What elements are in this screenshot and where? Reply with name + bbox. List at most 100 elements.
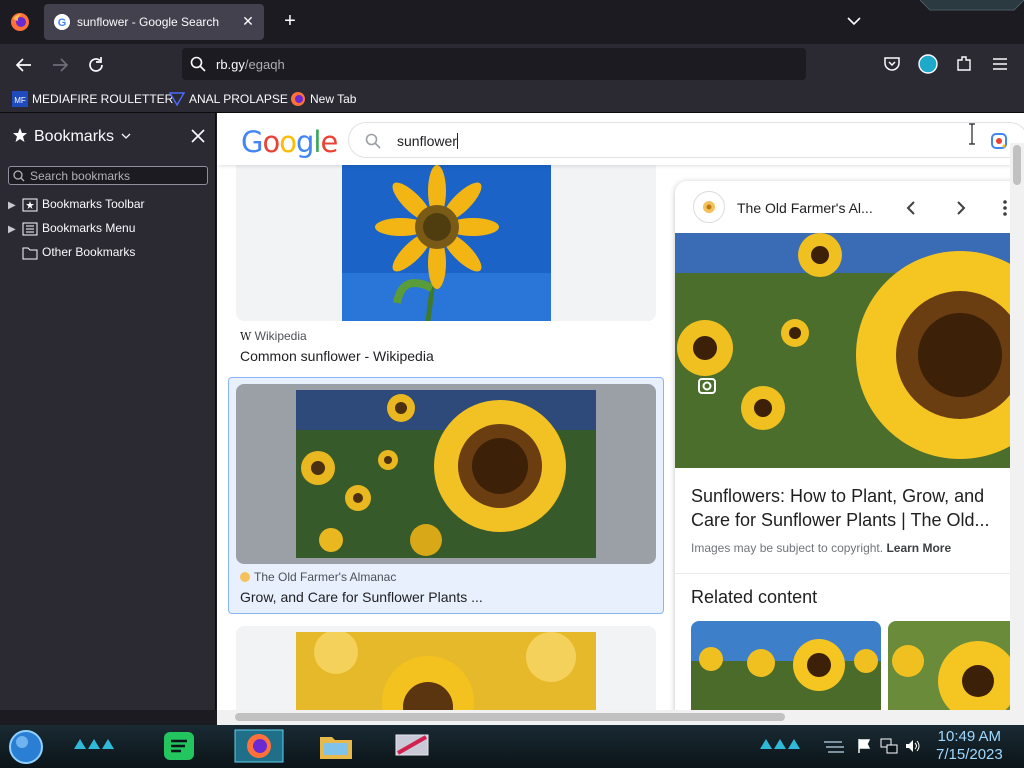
account-avatar-icon[interactable] bbox=[918, 54, 938, 74]
scroll-thumb[interactable] bbox=[1013, 145, 1021, 185]
result-image-3[interactable] bbox=[236, 626, 656, 710]
file-explorer-icon[interactable] bbox=[318, 731, 354, 761]
sidebar-item-bookmarks-toolbar[interactable]: ▶ Bookmarks Toolbar bbox=[8, 197, 145, 215]
tab-google-search[interactable]: G sunflower - Google Search ✕ bbox=[44, 4, 264, 40]
start-orb-icon[interactable] bbox=[8, 729, 44, 765]
url-bar[interactable]: rb.gy/egaqh bbox=[182, 48, 806, 80]
tab-title: sunflower - Google Search bbox=[77, 15, 220, 29]
bookmarks-sidebar: Bookmarks Search bookmarks ▶ Bookmarks To… bbox=[0, 113, 216, 710]
new-tab-button[interactable]: + bbox=[279, 11, 301, 33]
folder-icon bbox=[22, 247, 38, 260]
related-image-2[interactable] bbox=[888, 621, 1024, 710]
search-bookmarks-input[interactable]: Search bookmarks bbox=[8, 166, 208, 185]
chevron-left-icon[interactable] bbox=[903, 199, 921, 217]
google-logo[interactable]: Google bbox=[241, 125, 338, 159]
back-arrow-icon[interactable] bbox=[13, 54, 35, 76]
selected-result-card[interactable]: The Old Farmer's Almanac Grow, and Care … bbox=[228, 377, 664, 614]
google-search-input[interactable]: sunflower bbox=[348, 122, 1024, 158]
almanac-favicon-icon bbox=[240, 572, 250, 582]
sunflower-image bbox=[342, 153, 551, 321]
bookmark-anal-prolapse[interactable]: ANAL PROLAPSE bbox=[169, 91, 288, 109]
sidebar-item-bookmarks-menu[interactable]: ▶ Bookmarks Menu bbox=[8, 221, 135, 239]
sunflower-image bbox=[296, 632, 596, 710]
result-image-1[interactable] bbox=[236, 153, 656, 321]
decoration-icon bbox=[760, 739, 800, 749]
bookmark-icon bbox=[169, 92, 185, 107]
result-title-1[interactable]: Common sunflower - Wikipedia bbox=[240, 348, 434, 364]
forward-arrow-icon[interactable] bbox=[49, 54, 71, 76]
sunflower-field-image bbox=[296, 390, 596, 558]
media-app-icon[interactable] bbox=[392, 731, 432, 761]
search-placeholder: Search bookmarks bbox=[30, 169, 131, 183]
svg-text:MF: MF bbox=[14, 96, 26, 105]
menu-icon[interactable] bbox=[990, 54, 1010, 74]
close-icon[interactable] bbox=[189, 127, 207, 145]
menu-folder-icon bbox=[22, 222, 38, 236]
volume-icon[interactable] bbox=[905, 738, 921, 754]
divider bbox=[675, 573, 1024, 574]
learn-more-link[interactable]: Learn More bbox=[886, 541, 951, 555]
panel-title[interactable]: Sunflowers: How to Plant, Grow, and Care… bbox=[691, 484, 1011, 532]
clock-time: 10:49 AM bbox=[937, 728, 1002, 745]
chevron-down-icon[interactable] bbox=[845, 12, 863, 30]
star-icon bbox=[13, 128, 27, 142]
vertical-scrollbar[interactable] bbox=[1010, 143, 1024, 710]
nav-bar: rb.gy/egaqh bbox=[0, 44, 1024, 86]
google-lens-icon[interactable] bbox=[990, 132, 1008, 150]
svg-text:G: G bbox=[58, 17, 67, 29]
window-decoration bbox=[920, 0, 1024, 11]
bookmark-new-tab[interactable]: New Tab bbox=[290, 91, 356, 109]
more-options-icon[interactable] bbox=[1001, 199, 1009, 217]
result-image-2[interactable] bbox=[236, 384, 656, 564]
toolbar-folder-icon bbox=[22, 198, 38, 212]
google-favicon-icon: G bbox=[54, 14, 70, 30]
bookmark-mediafire[interactable]: MF MEDIAFIRE ROULETTER bbox=[12, 91, 173, 109]
clock-date: 7/15/2023 bbox=[936, 746, 1003, 763]
chevron-right-icon[interactable]: ▶ bbox=[8, 224, 22, 235]
search-icon bbox=[13, 170, 25, 182]
panel-source-name[interactable]: The Old Farmer's Al... bbox=[737, 200, 873, 216]
related-image-1[interactable] bbox=[691, 621, 881, 710]
firefox-icon[interactable] bbox=[10, 12, 30, 32]
url-text: rb.gy/egaqh bbox=[216, 57, 285, 72]
firefox-taskbar-icon[interactable] bbox=[234, 729, 284, 763]
result-source-1[interactable]: W Wikipedia bbox=[240, 329, 307, 343]
search-icon bbox=[365, 133, 381, 149]
google-header: Google sunflower bbox=[217, 113, 1024, 165]
sidebar-item-other-bookmarks[interactable]: Other Bookmarks bbox=[8, 245, 135, 263]
mediafire-icon: MF bbox=[12, 91, 28, 107]
system-clock[interactable]: 10:49 AM 7/15/2023 bbox=[936, 728, 1003, 764]
sidebar-title: Bookmarks bbox=[34, 128, 115, 145]
extensions-icon[interactable] bbox=[954, 54, 974, 74]
decoration-icon bbox=[74, 739, 114, 749]
result-source-2[interactable]: The Old Farmer's Almanac bbox=[240, 570, 396, 584]
bookmarks-toolbar: MF MEDIAFIRE ROULETTER ANAL PROLAPSE New … bbox=[0, 86, 1024, 113]
reload-icon[interactable] bbox=[85, 54, 107, 76]
copyright-notice: Images may be subject to copyright. Lear… bbox=[691, 541, 952, 555]
sidebar-header[interactable]: Bookmarks bbox=[12, 127, 131, 145]
firefox-icon bbox=[291, 92, 305, 106]
taskbar: 10:49 AM 7/15/2023 bbox=[0, 725, 1024, 768]
scroll-thumb[interactable] bbox=[235, 713, 785, 721]
page-content: Google sunflower W Wikipedia Common sunf… bbox=[217, 113, 1024, 710]
lens-search-icon[interactable] bbox=[697, 377, 717, 395]
search-icon bbox=[190, 56, 206, 72]
chevron-down-icon bbox=[122, 133, 131, 139]
show-desktop-icon[interactable] bbox=[822, 740, 844, 754]
almanac-favicon-icon bbox=[693, 191, 725, 223]
chevron-right-icon[interactable] bbox=[951, 199, 969, 217]
pocket-icon[interactable] bbox=[882, 54, 902, 74]
image-preview-panel: The Old Farmer's Al... Sunflowers: How t… bbox=[675, 181, 1024, 710]
chevron-right-icon[interactable]: ▶ bbox=[8, 200, 22, 211]
flag-icon[interactable] bbox=[856, 738, 872, 754]
related-content-heading: Related content bbox=[691, 587, 818, 607]
tab-strip: G sunflower - Google Search ✕ + bbox=[0, 0, 1024, 44]
spotify-icon[interactable] bbox=[163, 731, 195, 761]
result-title-2[interactable]: Grow, and Care for Sunflower Plants ... bbox=[240, 589, 483, 605]
network-icon[interactable] bbox=[880, 738, 898, 754]
preview-image[interactable] bbox=[675, 233, 1024, 468]
search-query: sunflower bbox=[397, 133, 458, 149]
horizontal-scrollbar[interactable] bbox=[217, 710, 1024, 725]
close-tab-icon[interactable]: ✕ bbox=[238, 11, 258, 31]
text-cursor-icon bbox=[969, 123, 975, 145]
